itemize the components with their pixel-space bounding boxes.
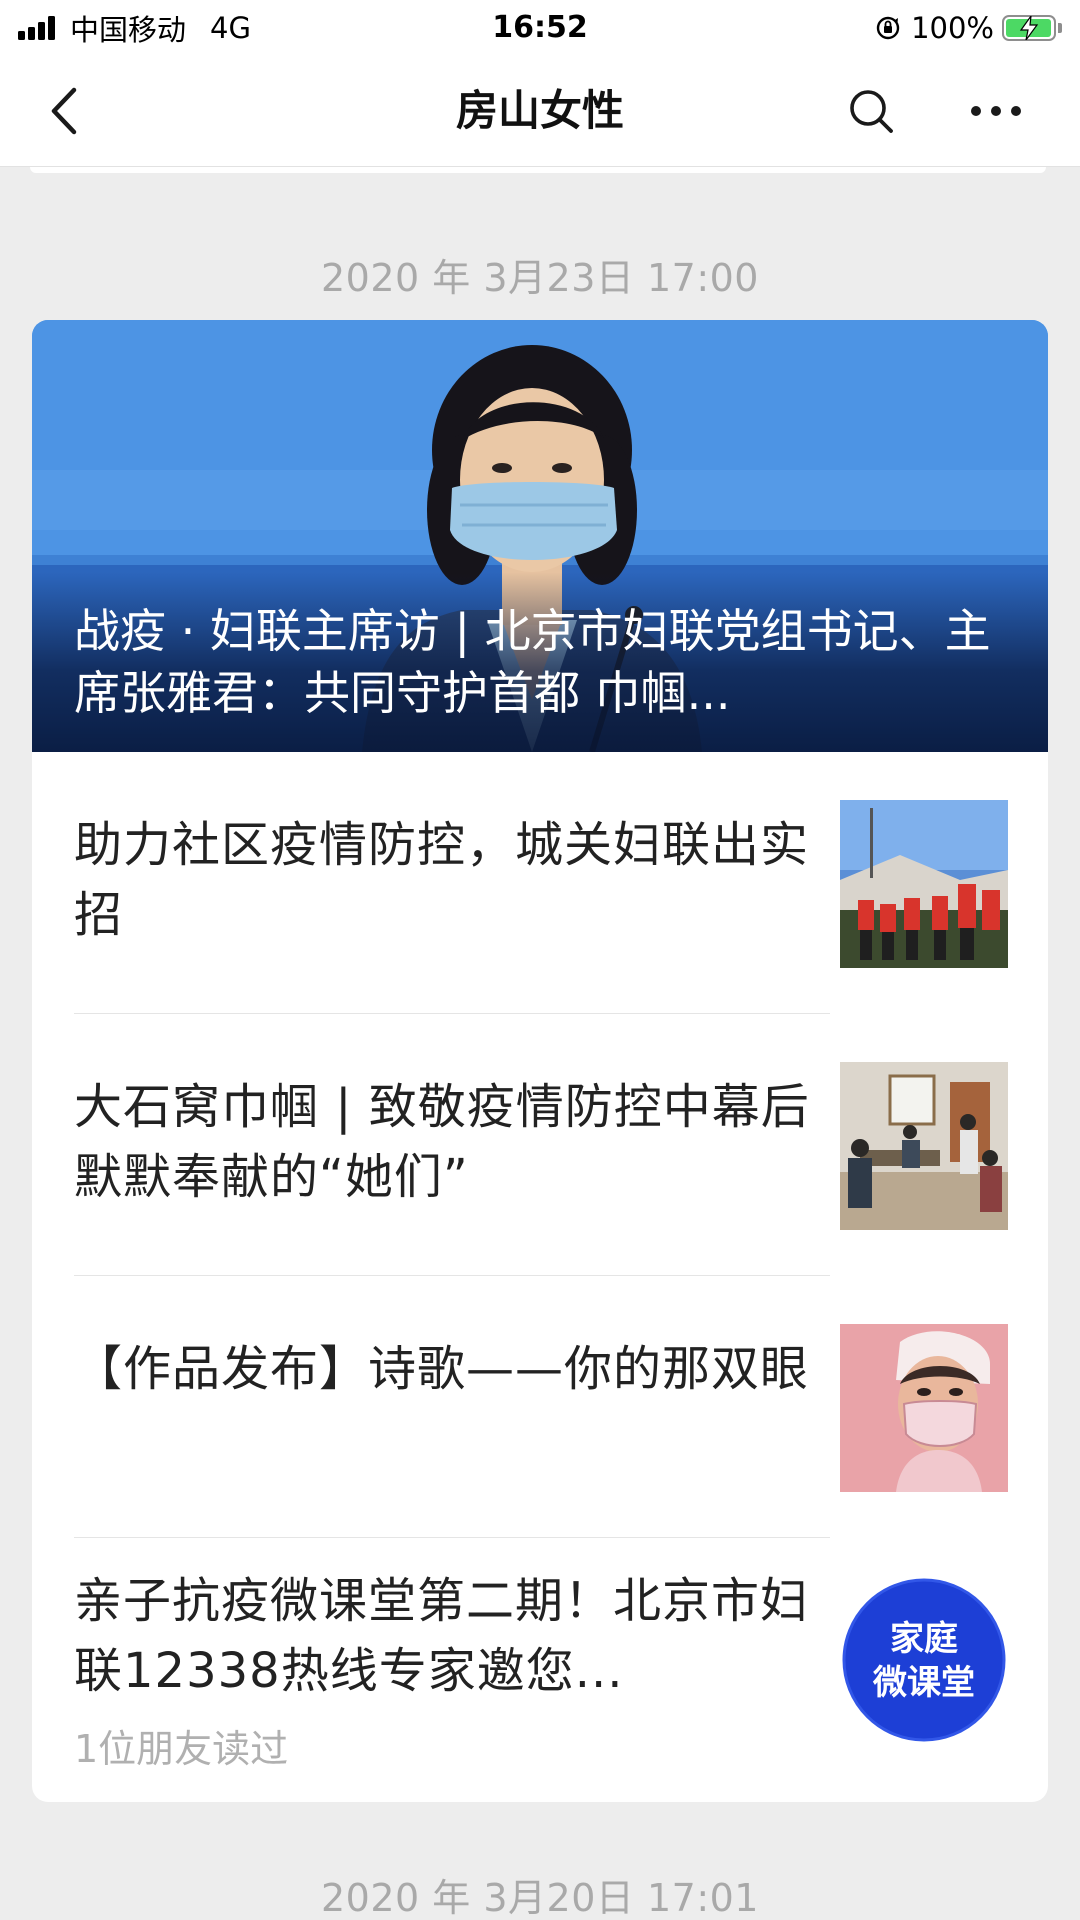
battery-cap	[1058, 23, 1062, 33]
article-title: 助力社区疫情防控，城关妇联出实招	[74, 817, 810, 943]
article-title: 亲子抗疫微课堂第二期！北京市妇联12338热线专家邀您...	[74, 1573, 810, 1699]
thumb-text-line1: 家庭	[890, 1619, 958, 1659]
article-card: 战疫 · 妇联主席访 | 北京市妇联党组书记、主席张雅君：共同守护首都 巾帼..…	[32, 320, 1048, 1802]
date-label: 2020 年 3月20日 17:01	[321, 1876, 759, 1920]
article-thumbnail	[840, 1062, 1008, 1230]
status-bar: 中国移动 4G 16:52 100%	[0, 0, 1080, 56]
thumb-text-line2: 微课堂	[872, 1663, 975, 1703]
orientation-lock-icon	[876, 16, 900, 40]
article-thumbnail: 家庭 微课堂	[840, 1576, 1008, 1744]
more-icon[interactable]	[968, 92, 1024, 130]
battery-charging-icon	[1002, 15, 1056, 41]
article-title: 【作品发布】诗歌——你的那双眼	[74, 1341, 810, 1397]
hero-article[interactable]: 战疫 · 妇联主席访 | 北京市妇联党组书记、主席张雅君：共同守护首都 巾帼..…	[32, 320, 1048, 752]
page-title: 房山女性	[455, 86, 624, 135]
message-feed[interactable]: 2020 年 3月23日 17:00 战疫 · 妇联主席访 | 北京市妇联党组书…	[0, 167, 1080, 1920]
hero-title: 战疫 · 妇联主席访 | 北京市妇联党组书记、主席张雅君：共同守护首都 巾帼..…	[74, 604, 991, 720]
nav-bar: 房山女性	[0, 56, 1080, 167]
list-item[interactable]: 大石窝巾帼 | 致敬疫情防控中幕后默默奉献的“她们”	[32, 1014, 1048, 1276]
back-icon[interactable]	[44, 84, 92, 138]
previous-card-edge	[30, 167, 1046, 173]
read-by-friends: 1位朋友读过	[74, 1727, 289, 1771]
search-icon[interactable]	[846, 86, 896, 136]
status-right: 100%	[875, 8, 1062, 48]
charging-bolt-icon	[1019, 16, 1039, 40]
article-title: 大石窝巾帼 | 致敬疫情防控中幕后默默奉献的“她们”	[74, 1079, 810, 1205]
article-thumbnail	[840, 800, 1008, 968]
date-label: 2020 年 3月23日 17:00	[321, 256, 759, 300]
battery-percent: 100%	[911, 11, 994, 45]
list-item[interactable]: 亲子抗疫微课堂第二期！北京市妇联12338热线专家邀您... 1位朋友读过 家庭…	[32, 1538, 1048, 1802]
article-thumbnail	[840, 1324, 1008, 1492]
list-item[interactable]: 助力社区疫情防控，城关妇联出实招	[32, 752, 1048, 1014]
list-item[interactable]: 【作品发布】诗歌——你的那双眼	[32, 1276, 1048, 1538]
